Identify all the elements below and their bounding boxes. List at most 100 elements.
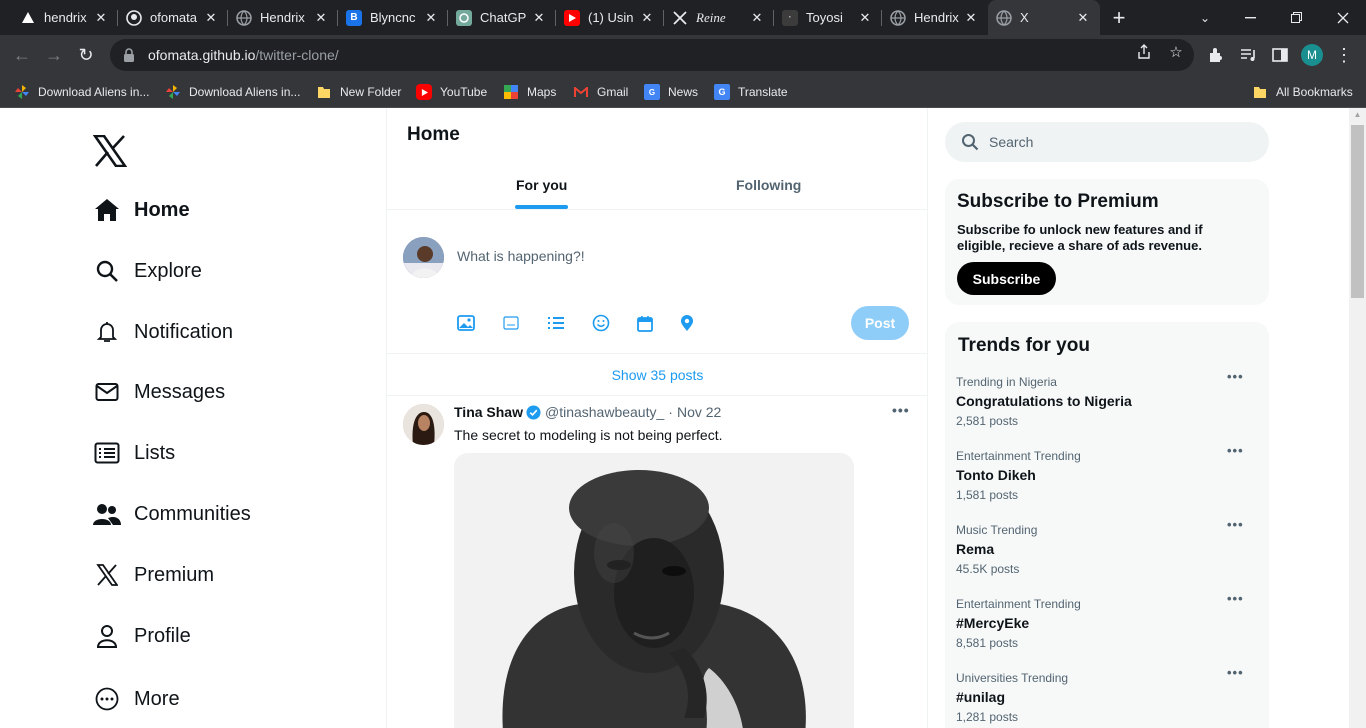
close-icon[interactable]: ✕ xyxy=(312,10,330,26)
x-logo-icon[interactable] xyxy=(92,134,128,168)
close-icon[interactable]: ✕ xyxy=(856,10,874,26)
bookmark-item[interactable]: New Folder xyxy=(316,82,401,102)
browser-tab[interactable]: · Toyosi ✕ xyxy=(774,4,882,31)
address-bar[interactable]: ofomata.github.io/twitter-clone/ xyxy=(110,39,1194,71)
close-icon[interactable]: ✕ xyxy=(748,10,766,26)
sidebar-item-more[interactable]: More xyxy=(90,679,180,719)
close-icon[interactable]: ✕ xyxy=(422,10,440,26)
new-tab-button[interactable]: + xyxy=(1096,0,1142,35)
sidebar-item-explore[interactable]: Explore xyxy=(90,251,202,291)
back-button[interactable]: ← xyxy=(7,40,37,70)
more-horizontal-icon[interactable]: ••• xyxy=(1227,443,1244,458)
sidebar-item-label: Lists xyxy=(134,441,176,464)
search-input[interactable] xyxy=(989,134,1239,150)
bookmark-item[interactable]: Maps xyxy=(503,82,556,102)
side-panel-icon[interactable] xyxy=(1270,45,1290,65)
emoji-icon[interactable] xyxy=(591,313,611,333)
minimize-button[interactable] xyxy=(1227,0,1273,35)
scroll-up-arrow-icon[interactable]: ▲ xyxy=(1351,110,1364,122)
browser-tab[interactable]: B Blyncnc ✕ xyxy=(338,4,448,31)
list-icon xyxy=(90,436,124,470)
trend-category: Entertainment Trending xyxy=(956,449,1081,463)
gif-icon[interactable] xyxy=(501,313,521,333)
show-new-posts-link[interactable]: Show 35 posts xyxy=(387,354,928,395)
sidebar-item-profile[interactable]: Profile xyxy=(90,616,191,656)
tweet-image[interactable] xyxy=(454,453,854,728)
bookmark-item[interactable]: Gmail xyxy=(573,82,628,102)
trend-name: Tonto Dikeh xyxy=(956,467,1036,483)
trend-item[interactable]: Entertainment Trending #MercyEke 8,581 p… xyxy=(945,591,1269,671)
trend-item[interactable]: Universities Trending #unilag 1,281 post… xyxy=(945,665,1269,728)
bookmark-label: Download Aliens in... xyxy=(38,85,150,99)
sidebar-item-communities[interactable]: Communities xyxy=(90,494,251,534)
browser-tab[interactable]: (1) Usin ✕ xyxy=(556,4,664,31)
reload-button[interactable]: ↻ xyxy=(71,40,101,70)
close-icon[interactable]: ✕ xyxy=(530,10,548,26)
bookmark-item[interactable]: YouTube xyxy=(416,82,487,102)
tab-title: Hendrix xyxy=(260,10,305,25)
trend-item[interactable]: Entertainment Trending Tonto Dikeh 1,581… xyxy=(945,443,1269,523)
lock-icon[interactable] xyxy=(122,48,136,62)
image-icon[interactable] xyxy=(456,313,476,333)
browser-tab[interactable]: Hendrix ✕ xyxy=(882,4,988,31)
browser-tab[interactable]: hendrix ✕ xyxy=(12,4,118,31)
sidebar-item-home[interactable]: Home xyxy=(90,190,190,230)
avatar[interactable] xyxy=(403,237,444,278)
sidebar-item-messages[interactable]: Messages xyxy=(90,372,225,412)
bookmark-item[interactable]: G Translate xyxy=(714,82,788,102)
schedule-icon[interactable] xyxy=(635,313,655,333)
sidebar-item-lists[interactable]: Lists xyxy=(90,433,175,473)
forward-button[interactable]: → xyxy=(39,40,69,70)
bookmark-item[interactable]: G News xyxy=(644,82,698,102)
trend-item[interactable]: Music Trending Rema 45.5K posts ••• xyxy=(945,517,1269,597)
star-icon[interactable]: ☆ xyxy=(1167,43,1185,61)
tab-for-you[interactable]: For you xyxy=(516,177,567,193)
close-icon[interactable]: ✕ xyxy=(92,10,110,26)
more-horizontal-icon[interactable]: ••• xyxy=(1227,665,1244,680)
browser-tab[interactable]: ChatGP ✕ xyxy=(448,4,556,31)
tab-search-icon[interactable]: ⌄ xyxy=(1182,0,1228,35)
browser-tab[interactable]: Hendrix ✕ xyxy=(228,4,338,31)
tab-following[interactable]: Following xyxy=(736,177,801,193)
poll-icon[interactable] xyxy=(546,313,566,333)
more-horizontal-icon[interactable]: ••• xyxy=(1227,369,1244,384)
more-horizontal-icon[interactable]: ••• xyxy=(1227,517,1244,532)
more-horizontal-icon[interactable]: ••• xyxy=(892,402,910,418)
browser-tab-active[interactable]: X ✕ xyxy=(988,0,1100,35)
tweet-handle[interactable]: @tinashawbeauty_ xyxy=(545,404,664,420)
tweet-date[interactable]: Nov 22 xyxy=(677,404,721,420)
sidebar-item-label: More xyxy=(134,687,180,710)
compose-input[interactable]: What is happening?! xyxy=(457,248,585,264)
sidebar-item-notification[interactable]: Notification xyxy=(90,312,233,352)
all-bookmarks-item[interactable]: All Bookmarks xyxy=(1252,82,1353,102)
tweet-avatar[interactable] xyxy=(403,404,444,445)
media-icon[interactable] xyxy=(1239,45,1259,65)
bookmark-item[interactable]: Download Aliens in... xyxy=(165,82,300,102)
restore-button[interactable] xyxy=(1273,0,1319,35)
browser-tab[interactable]: ofomata ✕ xyxy=(118,4,228,31)
profile-avatar[interactable]: M xyxy=(1301,44,1323,66)
tweet-author-name[interactable]: Tina Shaw xyxy=(454,404,523,420)
subscribe-button[interactable]: Subscribe xyxy=(957,262,1056,295)
close-icon[interactable]: ✕ xyxy=(638,10,656,26)
scrollbar-thumb[interactable] xyxy=(1351,125,1364,298)
post-button[interactable]: Post xyxy=(851,306,909,340)
kebab-menu-icon[interactable]: ⋮ xyxy=(1334,45,1354,65)
tab-title: hendrix xyxy=(44,10,87,25)
sidebar-item-premium[interactable]: Premium xyxy=(90,555,214,595)
extensions-icon[interactable] xyxy=(1206,45,1226,65)
bookmark-item[interactable]: Download Aliens in... xyxy=(14,82,149,102)
triangle-icon xyxy=(20,10,36,26)
more-horizontal-icon[interactable]: ••• xyxy=(1227,591,1244,606)
bell-icon xyxy=(90,315,124,349)
close-icon[interactable]: ✕ xyxy=(202,10,220,26)
bookmarks-bar: Download Aliens in... Download Aliens in… xyxy=(0,75,1366,108)
close-icon[interactable]: ✕ xyxy=(962,10,980,26)
search-box[interactable] xyxy=(945,122,1269,162)
trend-item[interactable]: Trending in Nigeria Congratulations to N… xyxy=(945,369,1269,449)
close-icon[interactable]: ✕ xyxy=(1074,10,1092,26)
close-window-button[interactable] xyxy=(1320,0,1366,35)
location-icon[interactable] xyxy=(677,313,697,333)
share-icon[interactable] xyxy=(1135,43,1153,61)
browser-tab[interactable]: Reine ✕ xyxy=(664,4,774,31)
